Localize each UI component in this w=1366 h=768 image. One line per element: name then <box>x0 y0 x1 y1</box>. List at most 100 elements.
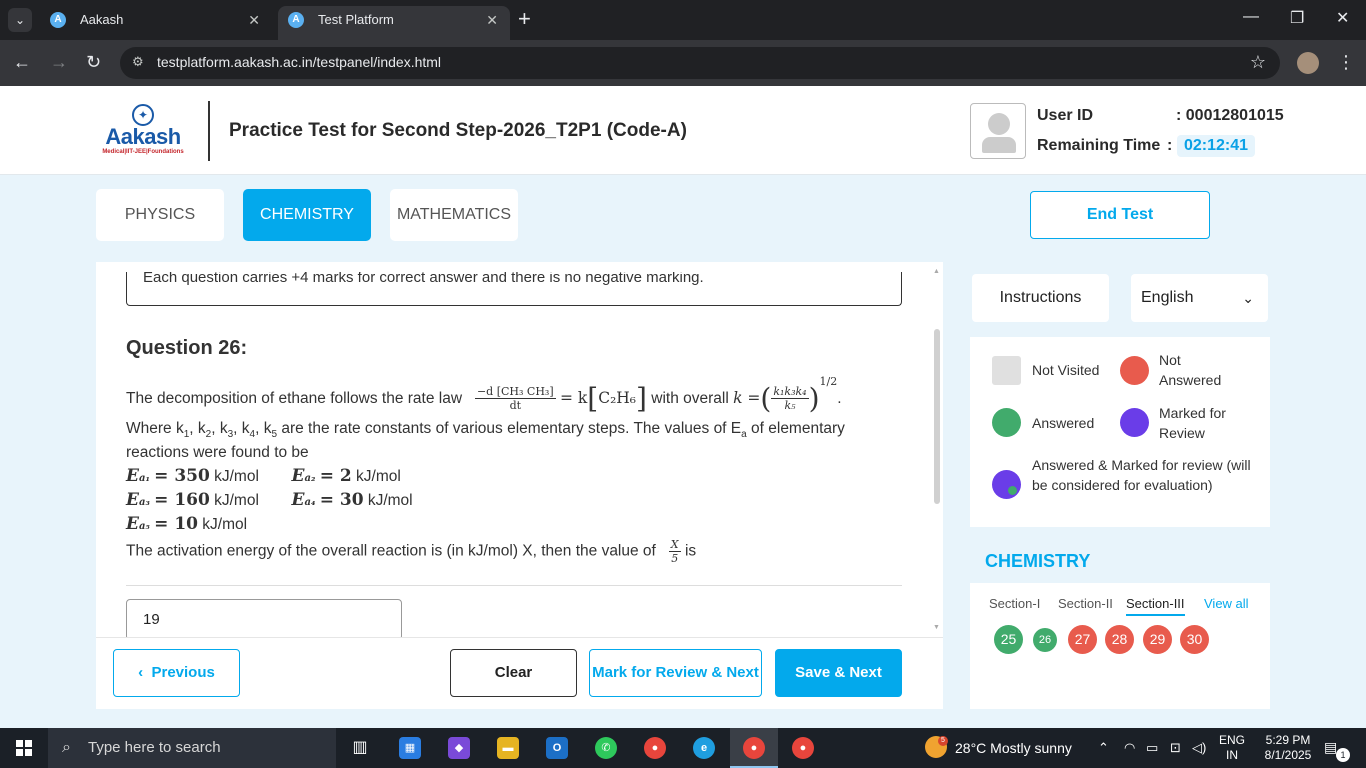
tab-title: Aakash <box>80 12 124 27</box>
language-select[interactable]: English ⌄ <box>1131 274 1268 322</box>
whatsapp-icon[interactable]: ✆ <box>595 737 617 759</box>
legend-answered: Answered <box>1032 415 1095 431</box>
forward-arrow-icon[interactable]: → <box>50 52 68 72</box>
question-divider <box>126 585 902 586</box>
tab-physics[interactable]: PHYSICS <box>96 189 224 241</box>
tab-chemistry[interactable]: CHEMISTRY <box>243 189 371 241</box>
section-tab-1[interactable]: Section-I <box>989 596 1040 611</box>
remaining-time-label: Remaining Time <box>1037 137 1161 154</box>
volume-icon[interactable]: ◁) <box>1192 740 1206 756</box>
bracket-close-icon: ] <box>636 381 647 415</box>
palette-question-28[interactable]: 28 <box>1105 625 1134 654</box>
chrome-icon[interactable]: ● <box>644 737 666 759</box>
clear-button[interactable]: Clear <box>450 649 577 697</box>
network-icon[interactable]: ⊡ <box>1170 740 1181 756</box>
close-tab-icon[interactable]: ✕ <box>486 6 498 34</box>
line2-middle: are the rate constants of various elemen… <box>281 420 742 437</box>
paren-close-icon: ) <box>808 381 820 415</box>
chrome-profile-icon[interactable]: ● <box>792 737 814 759</box>
task-view-icon[interactable]: ▥ <box>349 737 371 759</box>
section-tab-3[interactable]: Section-III <box>1126 596 1185 616</box>
palette-question-25[interactable]: 25 <box>994 625 1023 654</box>
browser-tab-aakash[interactable]: A Aakash ✕ <box>40 6 272 40</box>
palette-question-30[interactable]: 30 <box>1180 625 1209 654</box>
period: . <box>837 390 842 407</box>
status-legend: Not Visited Not Answered Answered Marked… <box>970 337 1270 527</box>
line2-start: Where k <box>126 420 184 437</box>
with-overall-text: with overall <box>651 390 729 407</box>
copilot-icon[interactable]: ◆ <box>448 737 470 759</box>
question-scroll-area[interactable]: Each question carries +4 marks for corre… <box>96 272 943 637</box>
mark-for-review-next-button[interactable]: Mark for Review & Next <box>589 649 762 697</box>
save-next-button[interactable]: Save & Next <box>775 649 902 697</box>
legend-not-visited: Not Visited <box>1032 362 1100 378</box>
window-close-icon[interactable]: ✕ <box>1336 8 1349 28</box>
tray-chevron-up-icon[interactable]: ⌃ <box>1098 740 1109 756</box>
question-panel: Each question carries +4 marks for corre… <box>96 262 943 709</box>
address-bar[interactable]: ⚙ testplatform.aakash.ac.in/testpanel/in… <box>120 47 1280 79</box>
scroll-down-icon[interactable]: ▼ <box>933 624 940 631</box>
tab-search-chevron-icon[interactable]: ⌄ <box>8 8 32 32</box>
microsoft-store-icon[interactable]: ▦ <box>399 737 421 759</box>
browser-menu-icon[interactable]: ⋮ <box>1337 52 1355 73</box>
file-explorer-icon[interactable]: ▬ <box>497 737 519 759</box>
palette-question-26[interactable]: 26 <box>1033 628 1057 652</box>
scroll-up-icon[interactable]: ▲ <box>933 268 940 275</box>
chrome-active-icon[interactable]: ● <box>743 737 765 759</box>
instructions-button[interactable]: Instructions <box>972 274 1109 322</box>
header-divider <box>208 101 210 161</box>
paren-open-icon: ( <box>760 381 772 415</box>
tab-title: Test Platform <box>318 12 394 27</box>
tab-mathematics[interactable]: MATHEMATICS <box>390 189 518 241</box>
edge-icon[interactable]: e <box>693 737 715 759</box>
k-denominator: k₅ <box>784 399 796 413</box>
reload-icon[interactable]: ↻ <box>86 52 101 72</box>
notification-count: 1 <box>1336 748 1350 762</box>
new-tab-plus-icon[interactable]: + <box>518 8 531 30</box>
url-text[interactable]: testplatform.aakash.ac.in/testpanel/inde… <box>157 54 441 70</box>
bracket-open-icon: [ <box>587 381 599 415</box>
question-final-line: The activation energy of the overall rea… <box>126 538 697 565</box>
close-tab-icon[interactable]: ✕ <box>248 6 260 34</box>
remaining-time-value: 02:12:41 <box>1177 135 1256 157</box>
windows-start-icon[interactable] <box>16 740 32 756</box>
numeric-answer-input[interactable] <box>126 599 402 637</box>
battery-icon[interactable]: ▭ <box>1146 740 1158 756</box>
section-tab-2[interactable]: Section-II <box>1058 596 1113 611</box>
chevron-left-icon: ‹ <box>138 664 144 681</box>
answered-mark-check-icon <box>1008 486 1017 495</box>
end-test-button[interactable]: End Test <box>1030 191 1210 239</box>
answered-marked-swatch <box>992 470 1021 499</box>
taskbar-clock[interactable]: 5:29 PM 8/1/2025 <box>1252 733 1324 763</box>
marked-swatch <box>1120 408 1149 437</box>
k-equals: k = <box>733 389 761 407</box>
weather-text[interactable]: 28°C Mostly sunny <box>955 740 1072 756</box>
x-over-5-fraction: X 5 <box>668 538 681 565</box>
avatar-head-icon <box>988 113 1010 135</box>
energy-row-3: Ea₅ = 10 kJ/mol <box>126 514 248 534</box>
palette-question-27[interactable]: 27 <box>1068 625 1097 654</box>
palette-question-29[interactable]: 29 <box>1143 625 1172 654</box>
language-value: English <box>1141 289 1194 306</box>
previous-button[interactable]: ‹ Previous <box>113 649 240 697</box>
not-visited-swatch <box>992 356 1021 385</box>
bookmark-star-icon[interactable]: ☆ <box>1250 52 1266 73</box>
view-all-link[interactable]: View all <box>1204 596 1249 611</box>
minimize-icon[interactable]: — <box>1243 8 1259 26</box>
clock-date: 8/1/2025 <box>1264 748 1312 762</box>
input-language[interactable]: ENG IN <box>1219 733 1245 763</box>
scrollbar-thumb[interactable] <box>934 329 940 504</box>
back-arrow-icon[interactable]: ← <box>13 52 31 72</box>
aakash-logo: ✦ Aakash Medical|IIT-JEE|Foundations <box>96 104 190 158</box>
question-scrollbar[interactable]: ▲ ▼ <box>933 268 942 634</box>
profile-avatar[interactable] <box>1297 52 1319 74</box>
restore-icon[interactable]: ❐ <box>1290 8 1304 28</box>
wifi-icon[interactable]: ◠ <box>1124 740 1135 756</box>
outlook-icon[interactable]: O <box>546 737 568 759</box>
taskbar-search[interactable]: ⌕ Type here to search <box>48 728 336 768</box>
question-rate-constants-line: Where k1, k2, k3, k4, k5 are the rate co… <box>126 420 845 441</box>
aakash-favicon-icon: A <box>288 12 304 28</box>
browser-tab-test-platform[interactable]: A Test Platform ✕ <box>278 6 510 40</box>
site-settings-icon[interactable]: ⚙ <box>132 54 144 70</box>
taskbar-search-placeholder: Type here to search <box>88 739 221 756</box>
